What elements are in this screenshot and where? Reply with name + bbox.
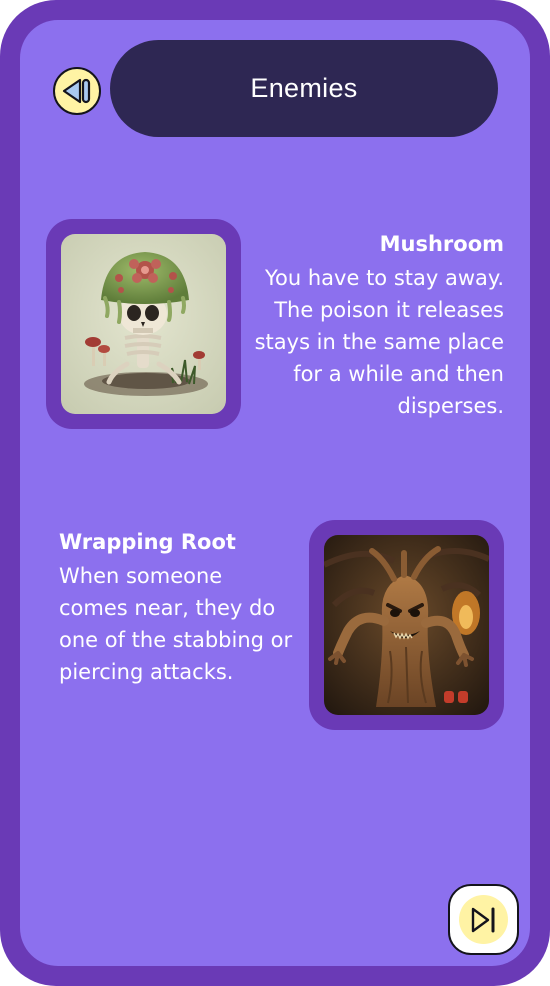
rewind-icon — [62, 78, 91, 104]
tree-root-creature-image — [324, 535, 489, 715]
enemy-description: You have to stay away. The poison it rel… — [254, 266, 504, 418]
enemy-card-wrapping-root-text: Wrapping Root When someone comes near, t… — [59, 528, 295, 688]
back-button[interactable] — [53, 67, 101, 115]
enemy-card-wrapping-root-image-frame — [309, 520, 504, 730]
enemy-card-mushroom-image-frame — [46, 219, 241, 429]
enemy-name: Mushroom — [379, 232, 504, 256]
enemy-card-mushroom-text: Mushroom You have to stay away. The pois… — [246, 230, 504, 422]
next-button-inner — [459, 895, 508, 944]
skip-forward-icon — [471, 907, 494, 932]
enemy-name: Wrapping Root — [59, 530, 236, 554]
content-panel — [20, 20, 530, 966]
mushroom-creature-image — [61, 234, 226, 414]
next-button[interactable] — [448, 884, 519, 955]
app-frame — [0, 0, 550, 986]
title-bar: Enemies — [110, 40, 498, 137]
page-title: Enemies — [250, 73, 358, 103]
enemy-description: When someone comes near, they do one of … — [59, 564, 293, 684]
